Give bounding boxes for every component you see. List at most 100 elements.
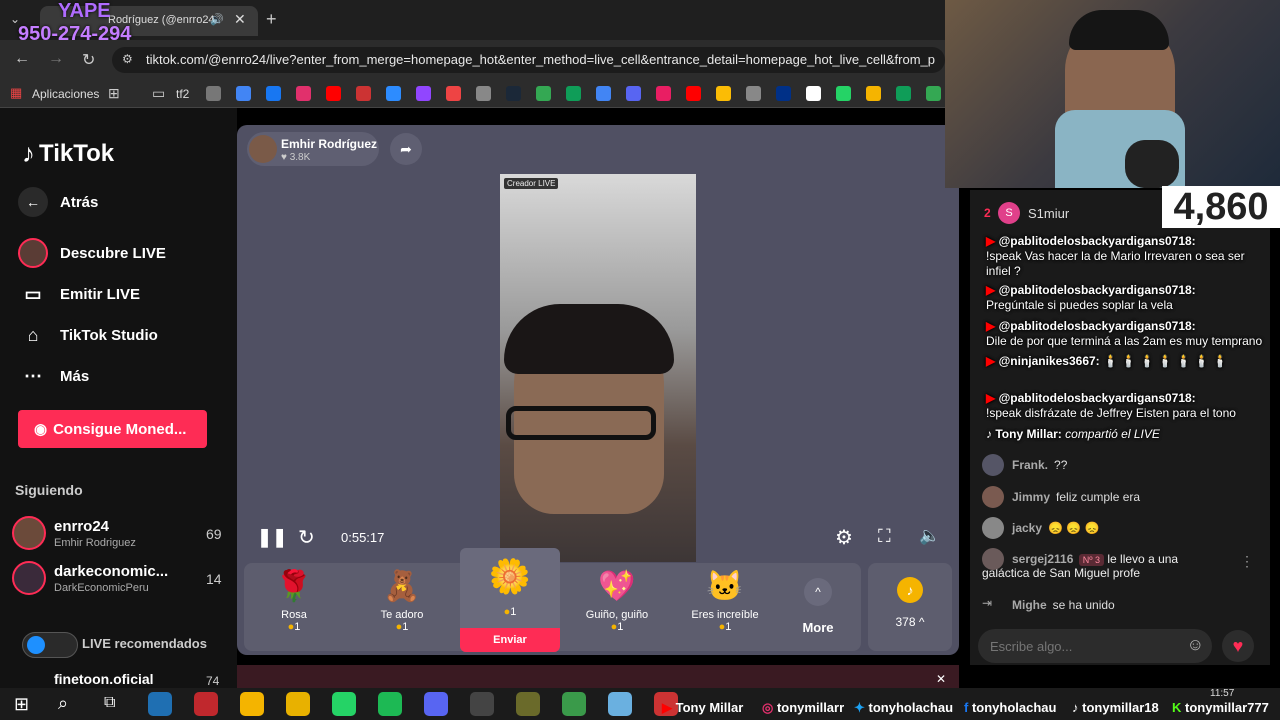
share-button[interactable]: ➦ bbox=[390, 133, 422, 165]
taskbar-app-icon[interactable] bbox=[194, 692, 218, 716]
chat-message[interactable]: Jimmy feliz cumple era bbox=[982, 486, 1140, 508]
new-tab-icon[interactable]: + bbox=[266, 9, 277, 30]
like-button[interactable]: ♥ bbox=[1222, 630, 1254, 662]
bookmark-favicon-icon[interactable] bbox=[446, 86, 461, 101]
taskbar-app-icon[interactable] bbox=[516, 692, 540, 716]
taskbar-app-icon[interactable] bbox=[608, 692, 632, 716]
taskbar-app-icon[interactable] bbox=[562, 692, 586, 716]
forward-arrow-icon[interactable]: → bbox=[48, 50, 64, 68]
tiktok-logo[interactable]: ♪ TikTok bbox=[22, 138, 114, 169]
sidebar-item-mas[interactable]: ⋯ Más bbox=[18, 359, 89, 393]
bookmark-favicon-icon[interactable] bbox=[476, 86, 491, 101]
following-item[interactable]: darkeconomic... DarkEconomicPeru 14 bbox=[12, 561, 227, 597]
search-icon[interactable]: ⌕ bbox=[58, 693, 68, 714]
emoji-icon[interactable]: ☺ bbox=[1187, 635, 1204, 655]
host-likes: ♥ 3.8K bbox=[281, 152, 311, 163]
message-menu-icon[interactable]: ⋮ bbox=[1240, 553, 1254, 570]
bookmark-favicon-icon[interactable] bbox=[506, 86, 521, 101]
bookmark-favicon-icon[interactable] bbox=[686, 86, 701, 101]
webcam-hair bbox=[1069, 10, 1169, 50]
volume-icon[interactable]: 🔈 bbox=[919, 526, 940, 546]
webcam-overlay bbox=[945, 0, 1280, 188]
chat-input[interactable] bbox=[990, 637, 1170, 655]
chat-message[interactable]: jacky 😞 😞 😞 bbox=[982, 517, 1100, 539]
bookmark-favicon-icon[interactable] bbox=[596, 86, 611, 101]
chat-message[interactable]: Frank.?? bbox=[982, 454, 1067, 476]
bookmark-favicon-icon[interactable] bbox=[926, 86, 941, 101]
bookmark-favicon-icon[interactable] bbox=[356, 86, 371, 101]
tab-close-icon[interactable]: ✕ bbox=[234, 11, 246, 28]
bookmark-favicon-icon[interactable] bbox=[386, 86, 401, 101]
bookmark-favicon-icon[interactable] bbox=[416, 86, 431, 101]
sidebar-item-tiktok-studio[interactable]: ⌂ TikTok Studio bbox=[18, 318, 158, 352]
bookmark-folder[interactable]: tf2 bbox=[176, 87, 189, 101]
bookmark-favicon-icon[interactable] bbox=[536, 86, 551, 101]
bookmark-favicon-icon[interactable] bbox=[806, 86, 821, 101]
avatar bbox=[982, 517, 1004, 539]
avatar bbox=[982, 486, 1004, 508]
grid-icon[interactable]: ⊞ bbox=[108, 85, 120, 102]
close-banner-icon[interactable]: ✕ bbox=[936, 672, 946, 686]
sidebar-item-emitir-live[interactable]: ▭ Emitir LIVE bbox=[18, 277, 140, 311]
taskbar-app-icon[interactable] bbox=[424, 692, 448, 716]
refresh-icon[interactable]: ↻ bbox=[298, 525, 315, 550]
bookmark-favicon-icon[interactable] bbox=[566, 86, 581, 101]
send-gift-button[interactable]: Enviar bbox=[460, 628, 560, 652]
bookmark-favicon-icon[interactable] bbox=[656, 86, 671, 101]
settings-icon[interactable]: ⚙ bbox=[835, 525, 853, 550]
clock[interactable]: 11:57 bbox=[1210, 688, 1234, 699]
back-link[interactable]: ← Atrás bbox=[18, 185, 98, 219]
coins-button[interactable]: ◉ Consigue Moned... bbox=[18, 410, 207, 448]
bookmark-favicon-icon[interactable] bbox=[776, 86, 791, 101]
top-user[interactable]: S1miur bbox=[1028, 206, 1069, 221]
sidebar-item-descubre-live[interactable]: Descubre LIVE bbox=[18, 236, 166, 270]
bookmark-favicon-icon[interactable] bbox=[626, 86, 641, 101]
url-input[interactable]: tiktok.com/@enrro24/live?enter_from_merg… bbox=[112, 47, 945, 73]
gift-price: ●1 bbox=[395, 621, 409, 633]
gift-item[interactable]: 🌹 Rosa ●1 bbox=[244, 565, 344, 633]
apps-icon[interactable]: ▦ bbox=[10, 85, 22, 101]
gift-item[interactable]: 💖 Guiño, guiño ●1 bbox=[567, 565, 667, 633]
pause-icon[interactable]: ❚❚ bbox=[257, 527, 287, 548]
taskbar-app-icon[interactable] bbox=[332, 692, 356, 716]
site-info-icon[interactable]: ⚙ bbox=[122, 52, 133, 66]
reload-icon[interactable]: ↻ bbox=[82, 50, 95, 70]
bookmark-favicon-icon[interactable] bbox=[206, 86, 221, 101]
recommended-name[interactable]: finetoon.oficial bbox=[54, 671, 154, 687]
bottom-banner bbox=[237, 665, 959, 688]
bookmark-favicon-icon[interactable] bbox=[326, 86, 341, 101]
host-card[interactable]: Emhir Rodríguez ♥ 3.8K bbox=[247, 132, 379, 166]
gift-item[interactable]: 🐱 Eres increíble ●1 bbox=[675, 565, 775, 633]
gift-item[interactable]: 🧸 Te adoro ●1 bbox=[352, 565, 452, 633]
taskbar-app-icon[interactable] bbox=[286, 692, 310, 716]
recommended-toggle[interactable] bbox=[22, 632, 78, 658]
bookmark-favicon-icon[interactable] bbox=[896, 86, 911, 101]
back-arrow-icon[interactable]: ← bbox=[14, 50, 30, 68]
bookmark-favicon-icon[interactable] bbox=[236, 86, 251, 101]
fullscreen-icon[interactable]: ⛶ bbox=[878, 526, 891, 547]
bookmark-favicon-icon[interactable] bbox=[866, 86, 881, 101]
task-view-icon[interactable]: ⧉ bbox=[104, 694, 115, 712]
taskbar-app-icon[interactable] bbox=[470, 692, 494, 716]
bookmark-favicon-icon[interactable] bbox=[266, 86, 281, 101]
gift-icon: 🌹 bbox=[275, 570, 313, 603]
taskbar-app-icon[interactable] bbox=[240, 692, 264, 716]
windows-start-icon[interactable]: ⊞ bbox=[14, 694, 29, 715]
sidebar-item-label: Emitir LIVE bbox=[60, 285, 141, 303]
bookmark-favicon-icon[interactable] bbox=[296, 86, 311, 101]
chat-message[interactable]: sergej2116 Nº 3 le llevo a una galáctica… bbox=[982, 548, 1222, 580]
overlay-user: @pablitodelosbackyardigans0718: bbox=[998, 234, 1196, 248]
bookmark-apps[interactable]: Aplicaciones bbox=[32, 87, 99, 101]
bookmark-favicon-icon[interactable] bbox=[746, 86, 761, 101]
taskbar-app-icon[interactable] bbox=[378, 692, 402, 716]
more-gifts-button[interactable]: ^ More bbox=[790, 578, 846, 635]
gift-item-selected[interactable]: 🌼 ●1 Enviar bbox=[460, 548, 560, 652]
instagram-icon: ◎ bbox=[762, 700, 774, 715]
following-item[interactable]: enrro24 Emhir Rodriguez 69 bbox=[12, 516, 227, 552]
chat-input-box[interactable]: ☺ bbox=[978, 629, 1212, 663]
bookmark-favicon-icon[interactable] bbox=[716, 86, 731, 101]
bookmark-favicon-icon[interactable] bbox=[836, 86, 851, 101]
folder-icon[interactable]: ▭ bbox=[152, 85, 165, 102]
coin-balance-box[interactable]: ♪ 378 ^ bbox=[868, 563, 952, 651]
taskbar-app-icon[interactable] bbox=[148, 692, 172, 716]
